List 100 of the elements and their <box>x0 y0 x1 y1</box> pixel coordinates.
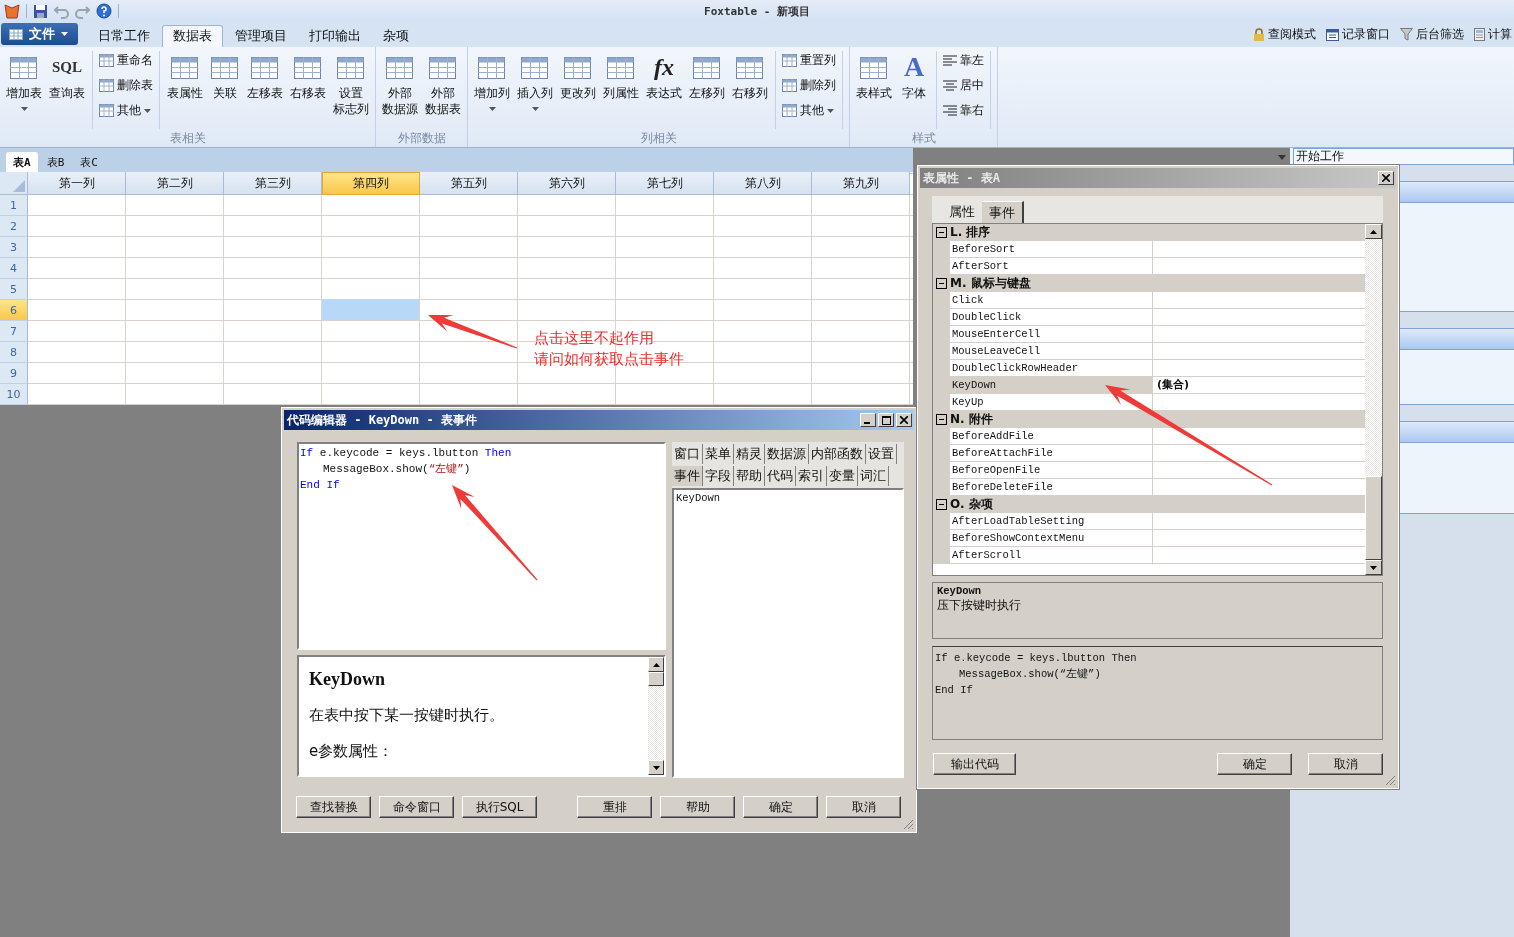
row-header[interactable]: 6 <box>0 300 28 321</box>
row-header[interactable]: 9 <box>0 363 28 384</box>
property-name[interactable]: BeforeAddFile <box>950 428 1153 444</box>
editor-tab[interactable]: 窗口 <box>672 444 703 464</box>
help-icon[interactable] <box>96 3 112 19</box>
property-name[interactable]: AfterLoadTableSetting <box>950 513 1153 529</box>
editor-tab[interactable]: 帮助 <box>734 466 765 486</box>
toolbar-button[interactable]: 计算 <box>1474 26 1512 43</box>
property-name[interactable]: BeforeSort <box>950 241 1153 257</box>
ribbon-tab[interactable]: 管理项目 <box>225 25 297 47</box>
dialog-button[interactable]: 取消 <box>826 796 901 818</box>
ribbon-button[interactable]: fx 表达式 <box>643 51 685 129</box>
column-header[interactable]: 第五列 <box>420 172 518 195</box>
scroll-thumb[interactable] <box>648 672 664 686</box>
editor-tab[interactable]: 代码 <box>765 466 796 486</box>
list-item[interactable]: KeyDown <box>676 491 900 505</box>
collapse-icon[interactable] <box>936 278 947 289</box>
row-header[interactable]: 10 <box>0 384 28 405</box>
column-header[interactable]: 第四列 <box>322 172 420 195</box>
property-name[interactable]: BeforeOpenFile <box>950 462 1153 478</box>
row-header[interactable]: 1 <box>0 195 28 216</box>
ribbon-button[interactable]: 右移列 <box>729 51 771 129</box>
ribbon-button[interactable]: 左移列 <box>686 51 728 129</box>
ribbon-button[interactable]: 表属性 <box>164 51 206 129</box>
editor-tab[interactable]: 变量 <box>827 466 858 486</box>
file-menu-button[interactable]: 文件 <box>1 23 78 45</box>
scrollbar[interactable] <box>1365 224 1382 575</box>
dialog-button[interactable]: 输出代码 <box>933 753 1016 775</box>
editor-tab[interactable]: 内部函数 <box>809 444 866 464</box>
ribbon-button[interactable]: 左移表 <box>244 51 286 129</box>
ribbon-button[interactable]: A 字体 <box>896 51 932 129</box>
scroll-up-icon[interactable] <box>1370 229 1377 234</box>
property-name[interactable]: DoubleClick <box>950 309 1153 325</box>
scroll-thumb[interactable] <box>1365 476 1382 560</box>
ribbon-tab[interactable]: 日常工作 <box>88 25 160 47</box>
ribbon-button[interactable]: 外部 数据表 <box>422 51 464 129</box>
row-header[interactable]: 4 <box>0 258 28 279</box>
scroll-down-icon[interactable] <box>1370 565 1377 570</box>
save-icon[interactable] <box>33 3 48 19</box>
app-icon[interactable] <box>4 3 20 19</box>
property-name[interactable]: Click <box>950 292 1153 308</box>
editor-tab[interactable]: 数据源 <box>765 444 809 464</box>
editor-tab[interactable]: 精灵 <box>734 444 765 464</box>
row-header[interactable]: 3 <box>0 237 28 258</box>
property-name[interactable]: BeforeAttachFile <box>950 445 1153 461</box>
ribbon-button[interactable]: SQL 查询表 <box>46 51 88 129</box>
property-name[interactable]: MouseLeaveCell <box>950 343 1153 359</box>
column-header[interactable]: 第九列 <box>812 172 910 195</box>
maximize-button[interactable] <box>878 413 894 427</box>
ribbon-button[interactable]: 删除表 <box>99 76 153 95</box>
property-name[interactable]: BeforeDeleteFile <box>950 479 1153 495</box>
editor-tab[interactable]: 菜单 <box>703 444 734 464</box>
dialog-button[interactable]: 重排 <box>577 796 652 818</box>
ribbon-button[interactable]: 删除列 <box>782 76 836 95</box>
collapse-icon[interactable] <box>936 414 947 425</box>
dialog-button[interactable]: 确定 <box>1217 753 1292 775</box>
editor-tab[interactable]: 字段 <box>703 466 734 486</box>
ribbon-button[interactable]: 表样式 <box>853 51 895 129</box>
toolbar-button[interactable]: 后台筛选 <box>1400 26 1464 43</box>
property-name[interactable]: BeforeShowContextMenu <box>950 530 1153 546</box>
ribbon-tab[interactable]: 杂项 <box>373 25 419 47</box>
dialog-button[interactable]: 命令窗口 <box>379 796 454 818</box>
code-editor[interactable]: If e.keycode = keys.lbutton Then MessageBox.show(“左键”) End If <box>297 442 666 650</box>
ribbon-button[interactable]: 增加列 <box>471 51 513 129</box>
row-header[interactable]: 2 <box>0 216 28 237</box>
sheet-tab[interactable]: 表B <box>39 152 72 172</box>
ribbon-button[interactable]: 插入列 <box>514 51 556 129</box>
ribbon-button[interactable]: 重命名 <box>99 51 153 70</box>
close-button[interactable] <box>896 413 912 427</box>
ribbon-button[interactable]: 增加表 <box>3 51 45 129</box>
ribbon-button[interactable]: 其他 <box>99 101 153 120</box>
column-header[interactable]: 第八列 <box>714 172 812 195</box>
property-name[interactable]: KeyDown <box>950 377 1153 393</box>
ribbon-button[interactable]: 关联 <box>207 51 243 129</box>
collapse-icon[interactable] <box>936 499 947 510</box>
column-header[interactable]: 第七列 <box>616 172 714 195</box>
resize-grip-icon[interactable] <box>1384 774 1396 786</box>
column-header[interactable]: 第二列 <box>126 172 224 195</box>
ribbon-button[interactable]: 靠右 <box>943 101 984 120</box>
resize-grip-icon[interactable] <box>902 818 914 830</box>
dialog-tab[interactable]: 事件 <box>982 201 1024 223</box>
editor-tab[interactable]: 索引 <box>796 466 827 486</box>
property-name[interactable]: AfterSort <box>950 258 1153 274</box>
minimize-button[interactable] <box>860 413 876 427</box>
ribbon-button[interactable]: 重置列 <box>782 51 836 70</box>
dialog-button[interactable]: 执行SQL <box>462 796 537 818</box>
column-header[interactable]: 第三列 <box>224 172 322 195</box>
sheet-tab[interactable]: 表C <box>73 152 105 172</box>
selected-cell[interactable] <box>322 300 419 320</box>
collapse-icon[interactable] <box>936 227 947 238</box>
dialog-button[interactable]: 取消 <box>1308 753 1383 775</box>
editor-tab[interactable]: 词汇 <box>858 466 889 486</box>
property-name[interactable]: MouseEnterCell <box>950 326 1153 342</box>
ribbon-tab[interactable]: 数据表 <box>162 25 223 47</box>
ribbon-button[interactable]: 外部 数据源 <box>379 51 421 129</box>
toolbar-button[interactable]: 查阅模式 <box>1253 26 1316 43</box>
property-name[interactable]: DoubleClickRowHeader <box>950 360 1153 376</box>
toolbar-button[interactable]: 记录窗口 <box>1326 26 1390 43</box>
dialog-button[interactable]: 帮助 <box>660 796 735 818</box>
row-header[interactable]: 5 <box>0 279 28 300</box>
